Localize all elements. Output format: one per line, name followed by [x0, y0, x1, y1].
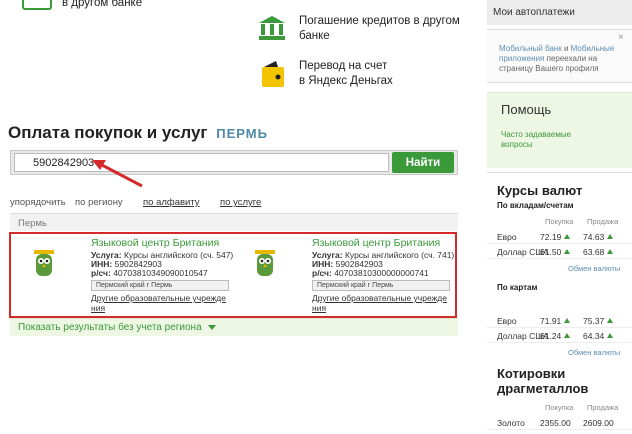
account-line: р/сч: 40703810300000000741 [312, 268, 429, 278]
col-sell: Продажа [587, 403, 619, 412]
company-name[interactable]: Языковой центр Британия [312, 237, 440, 249]
region-selector[interactable]: ПЕРМЬ [216, 126, 268, 141]
category-line2: ния [312, 303, 327, 313]
help-title: Помощь [501, 102, 552, 117]
exchange-link[interactable]: Обмен валюты [568, 348, 620, 357]
owl-logo-icon [34, 250, 54, 276]
account-label: р/сч: [91, 268, 111, 278]
fx-row: Евро 72.19 74.63 [487, 229, 632, 244]
loan-repayment-label-line1: Погашение кредитов в другом [299, 15, 460, 27]
fx-row: Доллар США 61.24 64.34 [487, 328, 632, 343]
search-results-highlight: Языковой центр Британия Услуга: Курсы ан… [9, 232, 457, 318]
account-value: 40703810349090010547 [113, 268, 208, 278]
bank-icon [259, 16, 285, 40]
fx-row: Евро 71.91 75.37 [487, 313, 632, 328]
owl-logo-icon [255, 250, 275, 276]
fx-row: Доллар США 61.50 63.68 [487, 244, 632, 259]
results-group-header: Пермь [10, 213, 458, 231]
fx-sell: 64.34 [583, 331, 605, 341]
fx-buy: 61.50 [540, 247, 562, 257]
region-badge: Пермский край г Пермь [312, 280, 450, 291]
page: в другом банке Погашение кредитов в друг… [0, 0, 632, 434]
fx-sell: 63.68 [583, 247, 605, 257]
sort-by-service[interactable]: по услуге [220, 197, 261, 208]
my-autopayments-link[interactable]: Мои автоплатежи [487, 0, 632, 25]
category-line1: Другие образовательные учрежде [91, 293, 226, 303]
category-link[interactable]: Другие образовательные учрежде ния [312, 293, 447, 313]
result-card[interactable]: Языковой центр Британия Услуга: Курсы ан… [11, 234, 233, 316]
yandex-label-line1: Перевод на счет [299, 60, 388, 72]
fx-currency: Евро [497, 232, 517, 242]
sort-label: упорядочить [10, 197, 66, 208]
col-buy: Покупка [545, 217, 574, 226]
category-line1: Другие образовательные учрежде [312, 293, 447, 303]
metals-title: Котировки драгметаллов [497, 366, 589, 396]
loan-repayment-link[interactable]: Погашение кредитов в другом банке [299, 14, 460, 44]
show-all-results-link[interactable]: Показать результаты без учета региона [10, 318, 458, 336]
col-sell: Продажа [587, 217, 619, 226]
fx-sell: 74.63 [583, 232, 605, 242]
faq-link[interactable]: Часто задаваемые вопросы [501, 130, 581, 150]
up-arrow-icon [564, 333, 571, 338]
other-bank-transfer-link[interactable]: в другом банке [62, 0, 142, 11]
result-card[interactable]: Языковой центр Британия Услуга: Курсы ан… [232, 234, 454, 316]
yandex-wallet-icon [262, 61, 284, 87]
yandex-money-transfer-link[interactable]: Перевод на счет в Яндекс Деньгах [299, 59, 393, 89]
fx-buy: 71.91 [540, 316, 562, 326]
account-line: р/сч: 40703810349090010547 [91, 268, 208, 278]
page-title: Оплата покупок и услуг ПЕРМЬ [8, 123, 268, 143]
metal-name: Золото [497, 418, 525, 428]
fx-currency: Евро [497, 316, 517, 326]
metal-row: Золото 2355.00 2609.00 [487, 415, 632, 430]
metal-sell: 2609.00 [583, 418, 614, 428]
company-name[interactable]: Языковой центр Британия [91, 237, 219, 249]
fx-buy: 61.24 [540, 331, 562, 341]
fx-title: Курсы валют [497, 183, 583, 198]
help-panel: Помощь Часто задаваемые вопросы [487, 92, 632, 168]
autopay-label: Мои автоплатежи [493, 7, 575, 18]
show-all-label: Показать результаты без учета региона [18, 322, 202, 333]
col-buy: Покупка [545, 403, 574, 412]
up-arrow-icon [564, 249, 571, 254]
mobile-bank-link[interactable]: Мобильный банк [499, 44, 562, 53]
exchange-link[interactable]: Обмен валюты [568, 264, 620, 273]
fx-cards-heading: По картам [497, 283, 538, 292]
yandex-label-line2: в Яндекс Деньгах [299, 75, 393, 87]
sort-by-alphabet[interactable]: по алфавиту [143, 197, 200, 208]
page-title-text: Оплата покупок и услуг [8, 123, 208, 142]
account-label: р/сч: [312, 268, 332, 278]
account-value: 40703810300000000741 [334, 268, 429, 278]
up-arrow-icon [564, 318, 571, 323]
category-link[interactable]: Другие образовательные учрежде ния [91, 293, 226, 313]
up-arrow-icon [607, 249, 614, 254]
exchange-rates-panel: Курсы валют По вкладам/счетам Покупка Пр… [487, 172, 632, 434]
close-icon[interactable]: × [618, 32, 624, 43]
loan-repayment-label-line2: банке [299, 30, 330, 42]
fx-deposits-heading: По вкладам/счетам [497, 201, 574, 210]
search-input[interactable] [14, 153, 389, 172]
fx-sell: 75.37 [583, 316, 605, 326]
sort-by-region[interactable]: по региону [75, 197, 123, 208]
metal-buy: 2355.00 [540, 418, 571, 428]
up-arrow-icon [607, 234, 614, 239]
find-button[interactable]: Найти [392, 152, 454, 173]
region-badge: Пермский край г Пермь [91, 280, 229, 291]
mobile-notice: Мобильный банк и Мобильные приложения пе… [487, 29, 632, 83]
category-line2: ния [91, 303, 106, 313]
search-bar: Найти [10, 150, 458, 175]
up-arrow-icon [607, 318, 614, 323]
annotation-arrow [92, 160, 143, 188]
transfer-icon [22, 0, 52, 10]
results-group-name: Пермь [18, 218, 47, 229]
mobile-notice-text: Мобильный банк и Мобильные приложения пе… [499, 44, 627, 74]
mobile-and: и [561, 44, 571, 53]
fx-buy: 72.19 [540, 232, 562, 242]
chevron-down-icon [208, 324, 217, 330]
up-arrow-icon [607, 333, 614, 338]
up-arrow-icon [564, 234, 571, 239]
